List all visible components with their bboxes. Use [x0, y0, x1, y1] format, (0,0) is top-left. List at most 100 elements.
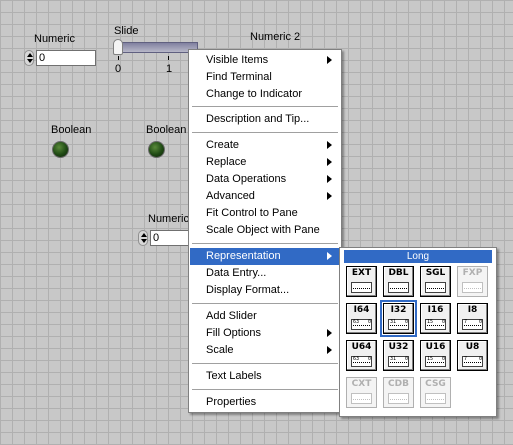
bit-bar [353, 362, 370, 365]
representation-i8-button[interactable]: I8 7 0 [457, 303, 488, 334]
representation-ext-button[interactable]: EXT [346, 266, 377, 297]
bit-bar [353, 288, 370, 291]
bit-bar [353, 399, 370, 402]
menu-item-scale[interactable]: Scale [190, 342, 340, 359]
representation-code: U32 [388, 342, 409, 352]
submenu-arrow-icon [327, 56, 332, 64]
representation-u16-button[interactable]: U16 15 0 [420, 340, 451, 371]
bit-bar [390, 325, 407, 328]
menu-item-data-entry[interactable]: Data Entry... [190, 265, 340, 282]
menu-item-label: Scale Object with Pane [206, 224, 320, 236]
menu-separator [192, 303, 338, 304]
menu-item-label: Create [206, 139, 240, 151]
boolean-label: Boolean [51, 124, 92, 136]
boolean-led[interactable] [148, 141, 165, 158]
representation-cdb-button: CDB [383, 377, 414, 408]
menu-item-find-terminal[interactable]: Find Terminal [190, 69, 340, 86]
representation-icon: 70 [462, 356, 483, 367]
bit-bar [464, 288, 481, 291]
numeric-label: Numeric [148, 213, 189, 225]
menu-item-add-slider[interactable]: Add Slider [190, 308, 340, 325]
menu-separator [192, 106, 338, 107]
representation-code: U16 [425, 342, 446, 352]
menu-item-label: Representation [206, 250, 281, 262]
representation-code: U8 [465, 342, 480, 352]
representation-code: I32 [390, 305, 407, 315]
menu-item-description-and-tip[interactable]: Description and Tip... [190, 111, 340, 128]
menu-item-scale-object-with-pane[interactable]: Scale Object with Pane [190, 222, 340, 239]
menu-item-properties[interactable]: Properties [190, 394, 340, 411]
menu-item-label: Find Terminal [206, 71, 272, 83]
submenu-arrow-icon [327, 346, 332, 354]
menu-item-create[interactable]: Create [190, 137, 340, 154]
slide-scale-label: 0 [115, 63, 122, 75]
slide-scale-tick [168, 56, 169, 60]
bit-bar [464, 362, 481, 365]
menu-item-label: Properties [206, 396, 257, 408]
submenu-arrow-icon [327, 252, 332, 260]
bit-bar [390, 362, 407, 365]
slide-scale-label: 1 [166, 63, 173, 75]
representation-icon [425, 393, 446, 404]
representation-sgl-button[interactable]: SGL [420, 266, 451, 297]
increment-decrement-arrows[interactable] [138, 230, 148, 246]
menu-item-label: Scale [206, 344, 234, 356]
representation-u32-button[interactable]: U32 31 0 [383, 340, 414, 371]
menu-separator [192, 243, 338, 244]
bit-bar [390, 288, 407, 291]
slide-track[interactable] [118, 42, 198, 53]
menu-item-label: Add Slider [206, 310, 257, 322]
representation-icon: 63 0 [351, 319, 372, 330]
boolean-led[interactable] [52, 141, 69, 158]
menu-item-label: Fill Options [206, 327, 262, 339]
representation-u8-button[interactable]: U8 7 0 [457, 340, 488, 371]
slide-thumb[interactable] [113, 39, 123, 55]
representation-dbl-button[interactable]: DBL [383, 266, 414, 297]
bit-bar [390, 399, 407, 402]
representation-i16-button[interactable]: I16 15 0 [420, 303, 451, 334]
representation-palette: Long EXT DBL SGL FXP I64 63 0 I32 31 0 I16 15 0 I8 7 0 U… [339, 247, 497, 417]
menu-item-display-format[interactable]: Display Format... [190, 282, 340, 299]
menu-item-text-labels[interactable]: Text Labels [190, 368, 340, 385]
context-menu: Visible Items Find Terminal Change to In… [188, 49, 342, 413]
menu-separator [192, 389, 338, 390]
menu-item-representation[interactable]: Representation [190, 248, 340, 265]
menu-item-fill-options[interactable]: Fill Options [190, 325, 340, 342]
menu-item-label: Change to Indicator [206, 88, 303, 100]
menu-item-label: Data Operations [206, 173, 287, 185]
menu-item-data-operations[interactable]: Data Operations [190, 171, 340, 188]
representation-fxp-button: FXP [457, 266, 488, 297]
representation-i32-button[interactable]: I32 31 0 [380, 300, 417, 337]
submenu-arrow-icon [327, 192, 332, 200]
menu-item-label: Data Entry... [206, 267, 267, 279]
representation-u64-button[interactable]: U64 63 0 [346, 340, 377, 371]
menu-item-replace[interactable]: Replace [190, 154, 340, 171]
representation-icon: 15 0 [425, 319, 446, 330]
representation-cxt-button: CXT [346, 377, 377, 408]
menu-separator [192, 132, 338, 133]
bit-bar [427, 325, 444, 328]
menu-item-advanced[interactable]: Advanced [190, 188, 340, 205]
representation-icon: 31 0 [388, 319, 409, 330]
submenu-arrow-icon [327, 141, 332, 149]
representation-i64-button[interactable]: I64 63 0 [346, 303, 377, 334]
menu-item-change-to-indicator[interactable]: Change to Indicator [190, 86, 340, 103]
representation-code: I16 [427, 305, 444, 315]
menu-item-visible-items[interactable]: Visible Items [190, 52, 340, 69]
representation-code: DBL [388, 268, 409, 278]
numeric-2-label: Numeric 2 [250, 31, 301, 43]
representation-csg-button: CSG [420, 377, 451, 408]
representation-icon: 31 0 [388, 356, 409, 367]
representation-icon [351, 282, 372, 293]
menu-separator [192, 363, 338, 364]
representation-code: CDB [388, 379, 409, 389]
representation-code: U64 [351, 342, 372, 352]
menu-item-label: Advanced [206, 190, 255, 202]
numeric-control[interactable]: 0 [24, 50, 96, 66]
numeric-value-field[interactable]: 0 [36, 50, 96, 66]
bit-bar [427, 362, 444, 365]
menu-item-fit-control-to-pane[interactable]: Fit Control to Pane [190, 205, 340, 222]
increment-decrement-arrows[interactable] [24, 50, 34, 66]
representation-icon [351, 393, 372, 404]
representation-code: FXP [462, 268, 483, 278]
